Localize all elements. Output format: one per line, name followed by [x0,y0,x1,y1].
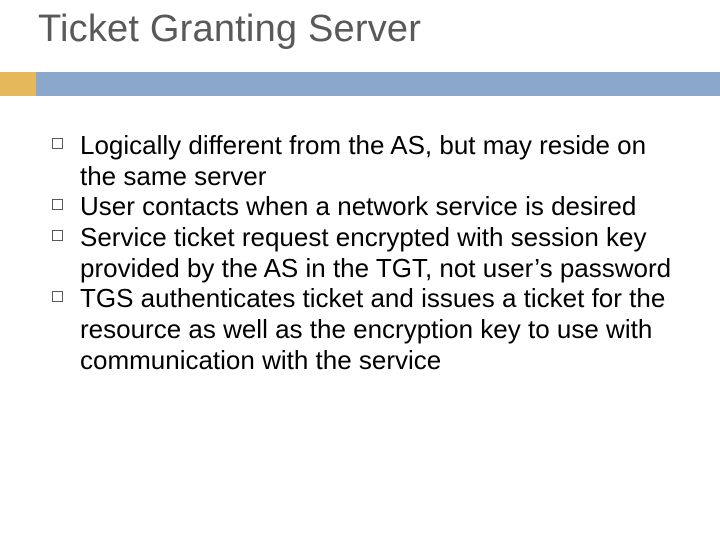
slide-title: Ticket Granting Server [38,8,421,51]
list-item: Service ticket request encrypted with se… [36,222,684,283]
divider-bar [0,72,720,96]
content-area: Logically different from the AS, but may… [36,130,684,375]
divider-accent [0,72,36,96]
bullet-icon [52,291,63,302]
bullet-text: Service ticket request encrypted with se… [80,222,684,283]
bullet-icon [52,138,63,149]
bullet-icon [52,230,63,241]
list-item: TGS authenticates ticket and issues a ti… [36,283,684,375]
bullet-icon [52,199,63,210]
list-item: Logically different from the AS, but may… [36,130,684,191]
list-item: User contacts when a network service is … [36,191,684,222]
bullet-text: User contacts when a network service is … [80,191,684,222]
bullet-text: Logically different from the AS, but may… [80,130,684,191]
bullet-text: TGS authenticates ticket and issues a ti… [80,283,684,375]
